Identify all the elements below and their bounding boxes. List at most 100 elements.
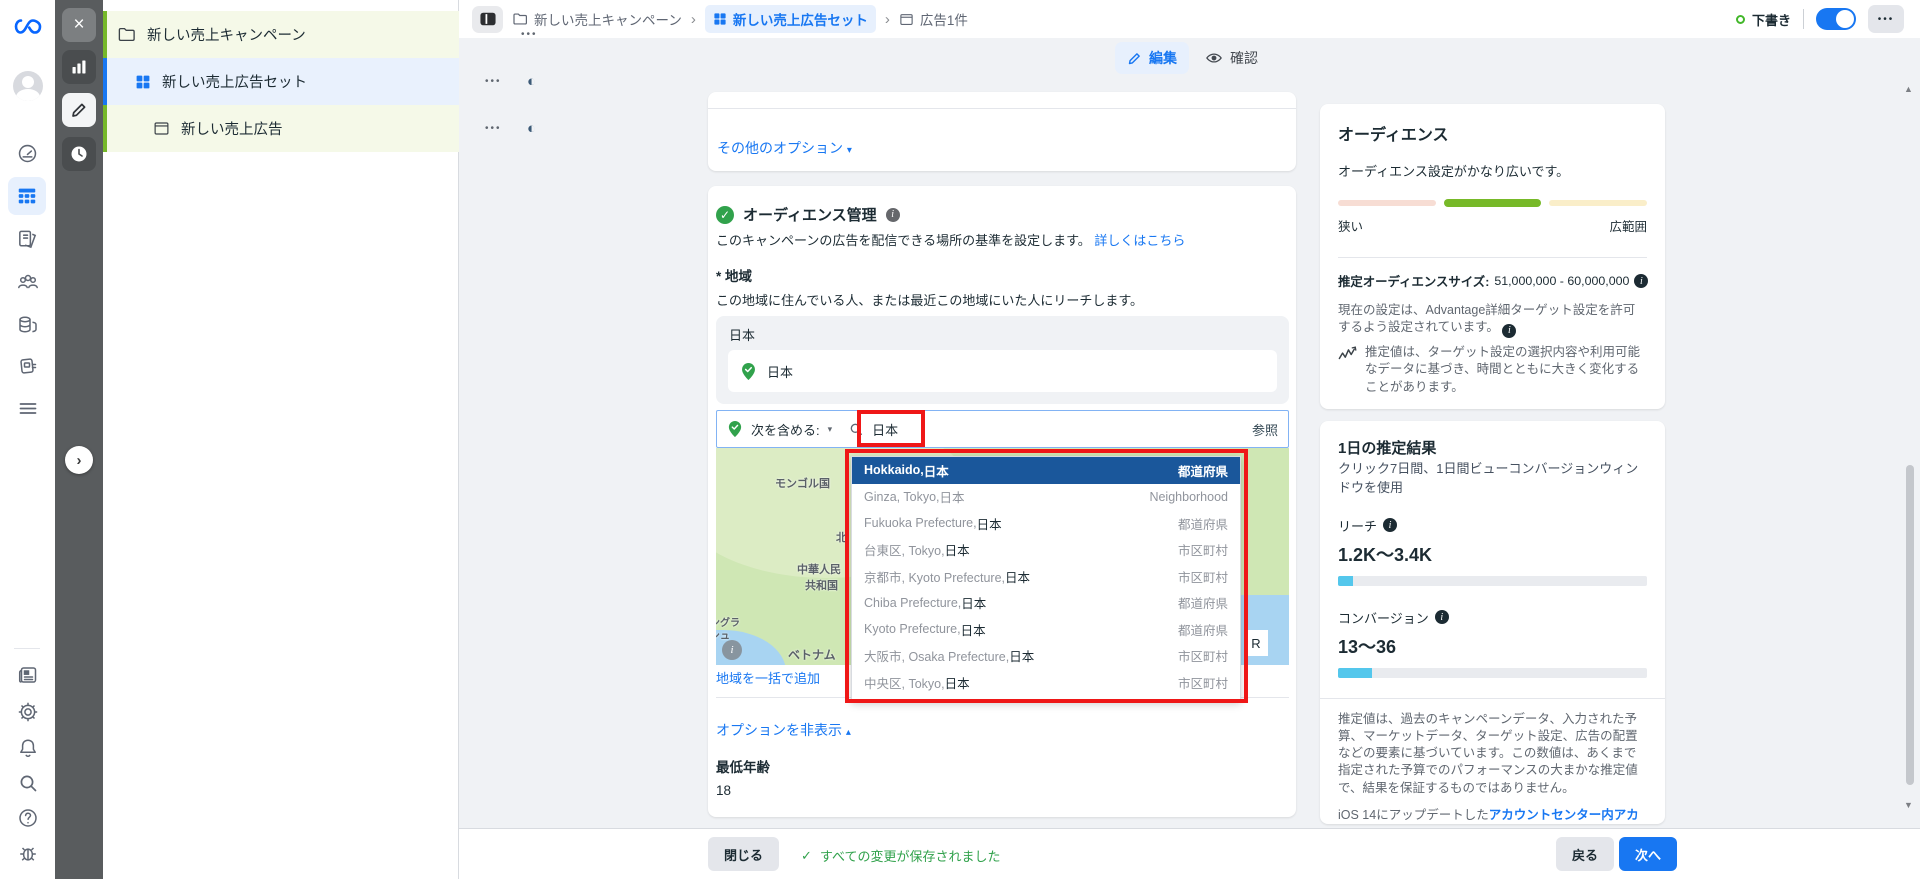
breadcrumb-adset-active[interactable]: 新しい売上広告セット (704, 5, 876, 33)
info-icon[interactable]: i (885, 207, 900, 222)
search-magnifier-icon (848, 421, 864, 437)
estimates-title: 1日の推定結果 (1338, 440, 1437, 457)
audience-card-description: このキャンペーンの広告を配信できる場所の基準を設定します。 詳しくはこちら (716, 233, 1186, 248)
avatar[interactable] (0, 69, 55, 103)
audience-panel-title: オーディエンス (1338, 127, 1449, 144)
tree-row-campaign[interactable]: 新しい売上キャンペーン ••• (103, 11, 536, 58)
breadcrumb-separator: › (690, 10, 696, 28)
more-menu-button[interactable]: ••• (1868, 5, 1904, 33)
scroll-down-arrow-icon[interactable]: ▼ (1904, 800, 1913, 810)
location-pin-check-icon (742, 362, 755, 380)
chevron-down-icon[interactable]: ▾ (828, 424, 833, 435)
ad-accent (103, 105, 107, 152)
ad-menu-ellipsis-icon[interactable]: ••• (485, 123, 502, 134)
info-icon[interactable]: i (1383, 518, 1398, 533)
location-option[interactable]: 台東区, Tokyo, 日本 市区町村 (852, 537, 1240, 564)
billing-coins-icon[interactable] (0, 308, 55, 342)
campaign-menu-ellipsis-icon[interactable]: ••• (521, 29, 538, 40)
sidebar-toggle-button[interactable] (472, 5, 503, 33)
gauge-segment-broad (1549, 200, 1648, 206)
check-icon: ✓ (801, 847, 812, 863)
tab-edit-label: 編集 (1149, 50, 1177, 66)
bulk-add-locations-link[interactable]: 地域を一括で追加 (716, 668, 820, 687)
close-button[interactable]: 閉じる (708, 837, 780, 871)
learn-more-link[interactable]: 詳しくはこちら (1094, 233, 1185, 248)
more-options-link-label: その他のオプション (717, 140, 843, 156)
card-divider (708, 108, 1296, 109)
selected-location-label: 日本 (767, 364, 794, 380)
gauge-label-narrow: 狭い (1338, 220, 1364, 234)
ad-frame-icon (899, 12, 914, 27)
info-icon[interactable]: i (1634, 274, 1649, 288)
close-editor-button[interactable]: × (62, 8, 96, 42)
campaigns-table-icon[interactable] (8, 177, 46, 215)
location-search-input[interactable]: 日本 (872, 420, 898, 439)
browse-link[interactable]: 参照 (1252, 420, 1278, 439)
back-button[interactable]: 戻る (1556, 837, 1615, 871)
expand-panel-chevron-icon[interactable]: › (65, 446, 93, 474)
updates-news-icon[interactable] (0, 658, 55, 692)
editor-toolbar: × › (55, 0, 103, 879)
ad-contrast-icon[interactable]: ◐ (527, 121, 536, 136)
estimates-disclaimer: 推定値は、過去のキャンペーンデータ、入力された予算、マーケットデータ、ターゲット… (1338, 711, 1638, 795)
breadcrumb-adset-label: 新しい売上広告セット (732, 13, 868, 28)
location-group-box: 日本 日本 (716, 316, 1289, 404)
settings-gear-icon[interactable] (0, 695, 55, 729)
draft-status-dot-icon (1735, 14, 1745, 24)
edit-pencil-button[interactable] (62, 93, 96, 127)
search-icon[interactable] (0, 766, 55, 800)
scroll-up-arrow-icon[interactable]: ▲ (1904, 84, 1913, 94)
history-clock-button[interactable] (62, 137, 96, 171)
map-info-icon[interactable]: i (722, 640, 742, 660)
tree-adset-label: 新しい売上広告セット (162, 75, 307, 91)
location-option[interactable]: Hokkaido, 日本 都道府県 (852, 457, 1240, 484)
draft-status-label: 下書き (1751, 12, 1791, 28)
estimated-audience-size: 推定オーディエンスサイズ: 51,000,000 - 60,000,000 i (1338, 272, 1649, 290)
notifications-bell-icon[interactable] (0, 731, 55, 765)
audience-breadth-gauge (1338, 199, 1648, 207)
tab-review[interactable]: 確認 (1205, 48, 1258, 68)
location-help-text: この地域に住んでいる人、または最近この地域にいた人にリーチします。 (716, 293, 1144, 308)
more-options-link[interactable]: その他のオプション ▾ (717, 138, 852, 158)
next-button[interactable]: 次へ (1619, 837, 1678, 871)
breadcrumb-campaign[interactable]: 新しい売上キャンペーン (512, 9, 682, 29)
tree-row-ad[interactable]: 新しい売上広告 ••• ◐ (103, 105, 536, 152)
audiences-people-icon[interactable] (0, 265, 55, 299)
location-pin-check-icon (728, 420, 742, 438)
pages-icon[interactable] (0, 222, 55, 256)
scrollbar-thumb[interactable] (1906, 465, 1914, 785)
account-overview-gauge-icon[interactable] (0, 136, 55, 170)
ads-gallery-icon[interactable] (0, 349, 55, 383)
info-icon[interactable]: i (1434, 610, 1449, 625)
trend-squiggle-icon (1338, 346, 1357, 360)
adset-grid-icon (135, 74, 151, 90)
performance-chart-button[interactable] (62, 50, 96, 84)
hide-options-link[interactable]: オプションを非表示 ▴ (716, 720, 851, 740)
all-tools-menu-icon[interactable] (0, 391, 55, 425)
min-age-value[interactable]: 18 (716, 783, 731, 798)
tab-edit[interactable]: 編集 (1115, 42, 1189, 74)
info-icon[interactable]: i (1502, 324, 1517, 339)
location-option[interactable]: 京都市, Kyoto Prefecture, 日本 市区町村 (852, 563, 1240, 590)
location-option[interactable]: Ginza, Tokyo, 日本 Neighborhood (852, 484, 1240, 511)
reach-bar-fill (1338, 575, 1354, 586)
estimates-subtitle: クリック7日間、1日間ビューコンバージョンウィンドウを使用 (1338, 461, 1639, 495)
help-icon[interactable] (0, 801, 55, 835)
selected-location-chip[interactable]: 日本 (728, 350, 1277, 392)
adset-menu-ellipsis-icon[interactable]: ••• (485, 76, 502, 87)
tree-ad-label: 新しい売上広告 (181, 122, 283, 138)
chevron-up-icon: ▴ (845, 727, 851, 738)
tree-row-adset[interactable]: 新しい売上広告セット ••• ◐ (103, 58, 536, 105)
adset-contrast-icon[interactable]: ◐ (527, 74, 536, 89)
location-option[interactable]: 中央区, Tokyo, 日本 市区町村 (852, 669, 1240, 696)
publish-toggle[interactable] (1816, 8, 1856, 30)
location-option[interactable]: Fukuoka Prefecture, 日本 都道府県 (852, 510, 1240, 537)
location-option[interactable]: Chiba Prefecture, 日本 都道府県 (852, 590, 1240, 617)
breadcrumb-ad[interactable]: 広告1件 (899, 9, 968, 29)
location-option[interactable]: 大阪市, Osaka Prefecture, 日本 市区町村 (852, 643, 1240, 670)
min-age-label: 最低年齢 (716, 760, 770, 775)
location-option[interactable]: Kyoto Prefecture, 日本 都道府県 (852, 616, 1240, 643)
reach-bar (1338, 575, 1647, 586)
bug-report-icon[interactable] (0, 836, 55, 870)
audience-meter-panel: オーディエンス オーディエンス設定がかなり広いです。 狭い 広範囲 推定オーディ… (1320, 104, 1665, 409)
